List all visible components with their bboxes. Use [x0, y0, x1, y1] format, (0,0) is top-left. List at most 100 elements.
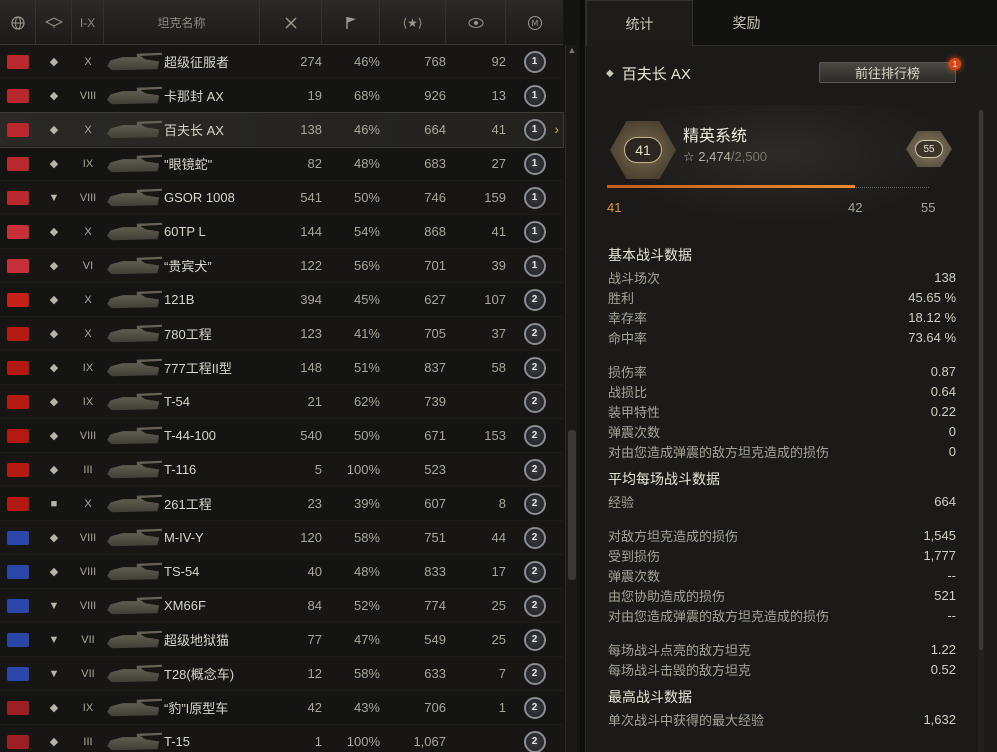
vehicle-type-icon: ◆ — [49, 396, 59, 408]
battles-cell: 42 — [307, 700, 322, 715]
scroll-up-icon[interactable]: ▲ — [566, 45, 578, 59]
mastery-badge-cell: 2 — [506, 521, 563, 555]
table-row[interactable]: ◆ IX “豹”I原型车 42 43% 706 1 2 — [0, 691, 563, 725]
scrollbar-thumb[interactable] — [979, 110, 983, 650]
elite-points-value: 2,474 — [698, 149, 731, 164]
win-rate-header[interactable] — [322, 0, 380, 45]
kills-cell: 44 — [491, 530, 506, 545]
battles-cell: 21 — [307, 394, 322, 409]
nation-flag-icon — [0, 113, 36, 147]
kills-cell: 153 — [484, 428, 506, 443]
nation-flag-icon — [0, 249, 36, 283]
table-row[interactable]: ▼ VII T28(概念车) 12 58% 633 7 2 — [0, 657, 563, 691]
tank-name-cell: “豹”I原型车 — [164, 701, 229, 716]
tab-rewards[interactable]: 奖励 — [693, 0, 800, 46]
elite-progress-bar — [607, 185, 929, 189]
kills-cell: 25 — [491, 598, 506, 613]
table-row[interactable]: ◆ VI “贵宾犬” 122 56% 701 39 1 — [0, 249, 563, 283]
elite-level-icon: 41 — [610, 121, 676, 179]
table-row[interactable]: ▼ VII 超级地狱猫 77 47% 549 25 2 — [0, 623, 563, 657]
progress-current-label: 41 — [607, 200, 622, 215]
globe-icon — [10, 15, 25, 30]
table-row[interactable]: ◆ VIII M-IV-Y 120 58% 751 44 2 — [0, 521, 563, 555]
table-row[interactable]: ◆ X 超级征服者 274 46% 768 92 1 — [0, 45, 563, 79]
tier-cell: VIII — [79, 191, 97, 204]
battles-cell: 144 — [300, 224, 322, 239]
list-scrollbar[interactable]: ▲ — [565, 45, 577, 752]
mastery-badge-cell: 2 — [506, 351, 563, 385]
tank-image — [104, 351, 164, 385]
stat-label: 经验 — [608, 494, 635, 510]
mastery-badge-cell: 1 — [506, 79, 563, 113]
chevron-right-icon: › — [554, 121, 559, 137]
elite-points-max: /2,500 — [730, 149, 767, 164]
nation-flag-icon — [0, 419, 36, 453]
stat-label: 每场战斗点亮的敌方坦克 — [608, 642, 752, 658]
vehicle-type-icon: ◆ — [49, 158, 59, 170]
experience-cell: 746 — [424, 190, 446, 205]
go-to-leaderboard-button[interactable]: 前往排行榜 — [819, 62, 956, 83]
table-row[interactable]: ◆ X 121B 394 45% 627 107 2 — [0, 283, 563, 317]
battles-cell: 19 — [307, 88, 322, 103]
kills-cell — [446, 385, 506, 419]
type-filter-header[interactable] — [36, 0, 72, 45]
experience-cell: 633 — [424, 666, 446, 681]
experience-header[interactable]: ⟨★⟩ — [380, 0, 446, 45]
tier-header[interactable]: I-X — [72, 0, 104, 45]
tier-cell: VIII — [79, 89, 97, 102]
vehicle-rows: ◆ X 超级征服者 274 46% 768 92 1 ◆ VIII 卡那封 AX 19 68% 926 13… — [0, 45, 564, 752]
win-rate-cell: 50% — [353, 428, 380, 443]
table-row[interactable]: ◆ VIII TS-54 40 48% 833 17 2 — [0, 555, 563, 589]
nation-filter-header[interactable] — [0, 0, 36, 45]
table-row[interactable]: ▼ VIII XM66F 84 52% 774 25 2 — [0, 589, 563, 623]
tank-image — [104, 657, 164, 691]
stats-scrollbar[interactable] — [978, 110, 984, 752]
table-row[interactable]: ◆ IX "眼镜蛇" 82 48% 683 27 1 — [0, 147, 563, 181]
table-row[interactable]: ▼ VIII GSOR 1008 541 50% 746 159 1 — [0, 181, 563, 215]
tier-cell: X — [84, 123, 92, 136]
battles-header[interactable] — [260, 0, 322, 45]
experience-cell: 739 — [424, 394, 446, 409]
tank-image — [104, 45, 164, 79]
table-row[interactable]: ◆ III T-116 5 100% 523 2 — [0, 453, 563, 487]
mastery-badge-icon: 2 — [523, 594, 546, 617]
mastery-badge-icon: 1 — [523, 254, 546, 277]
experience-cell: 706 — [424, 700, 446, 715]
table-row[interactable]: ◆ VIII T-44-100 540 50% 671 153 2 — [0, 419, 563, 453]
table-row[interactable]: ◆ VIII 卡那封 AX 19 68% 926 13 1 — [0, 79, 563, 113]
table-row[interactable]: ■ X 261工程 23 39% 607 8 2 — [0, 487, 563, 521]
vehicle-list-panel: I-X 坦克名称 ⟨★⟩ M ◆ X 超级征服者 274 46% 768 92 1 ◆ VIII 卡… — [0, 0, 580, 752]
win-rate-cell: 43% — [353, 700, 380, 715]
mastery-badge-icon: 2 — [523, 288, 546, 311]
tab-statistics[interactable]: 统计 — [586, 0, 693, 46]
scrollbar-thumb[interactable] — [568, 430, 576, 580]
experience-cell: 1,067 — [413, 734, 446, 749]
tank-name-cell: XM66F — [164, 598, 206, 613]
vehicle-type-icon: ◆ — [49, 56, 59, 68]
kills-cell: 58 — [491, 360, 506, 375]
mastery-header[interactable]: M — [506, 0, 563, 45]
kills-header[interactable] — [446, 0, 506, 45]
mastery-badge-cell: 2 — [506, 623, 563, 657]
tank-image — [104, 521, 164, 555]
kills-cell: 7 — [498, 666, 506, 681]
tank-name-cell: 121B — [164, 292, 195, 307]
stat-label: 受到损伤 — [608, 548, 661, 564]
table-row[interactable]: ◆ IX 777工程II型 148 51% 837 58 2 — [0, 351, 563, 385]
table-row[interactable]: ◆ III T-15 1 100% 1,067 2 — [0, 725, 563, 752]
table-row[interactable]: ◆ X 780工程 123 41% 705 37 2 — [0, 317, 563, 351]
tier-cell: III — [83, 735, 93, 748]
next-elite-level-icon: 55 — [906, 131, 952, 167]
stat-value: 1,632 — [923, 711, 956, 727]
win-rate-cell: 47% — [353, 632, 380, 647]
mastery-badge-icon: 1 — [523, 152, 546, 175]
table-row[interactable]: ◆ X 60TP L 144 54% 868 41 1 — [0, 215, 563, 249]
stat-value: 521 — [934, 587, 956, 603]
battles-cell: 541 — [300, 190, 322, 205]
tier-cell: VIII — [79, 429, 97, 442]
table-row[interactable]: ◆ X 百夫长 AX 138 46% 664 41 1 › — [0, 112, 564, 148]
tank-name-header[interactable]: 坦克名称 — [104, 0, 260, 45]
vehicle-stats-panel: 统计 奖励 ◆ 百夫长 AX 前往排行榜 1 41 精英系统 ☆ 2,474/2… — [585, 0, 997, 752]
stat-value: 0.22 — [930, 403, 956, 419]
table-row[interactable]: ◆ IX T-54 21 62% 739 2 — [0, 385, 563, 419]
